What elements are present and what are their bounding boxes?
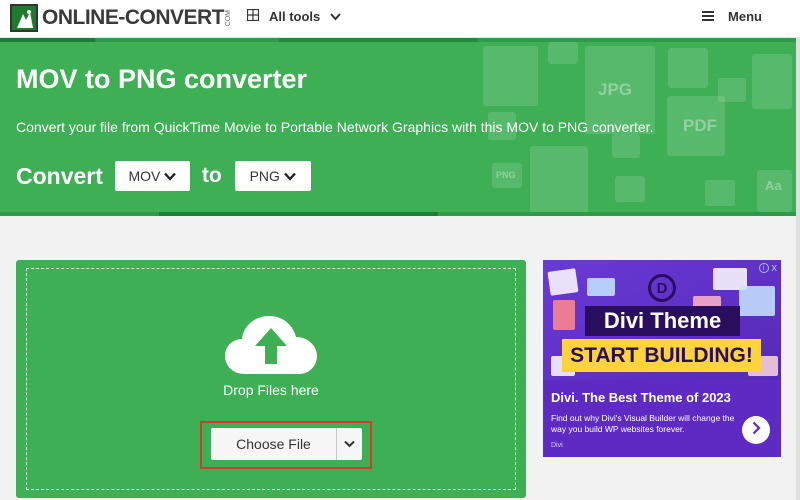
ad-cta-banner: START BUILDING! [562, 339, 761, 372]
cloud-upload-icon [225, 314, 317, 381]
chevron-down-icon[interactable] [337, 428, 362, 460]
image-file-icon [668, 48, 708, 88]
all-tools-dropdown[interactable]: All tools [246, 8, 342, 24]
source-format-value: MOV [128, 168, 161, 184]
target-format-select[interactable]: PNG [234, 161, 311, 191]
to-label: to [201, 164, 222, 187]
close-icon: x [771, 262, 778, 274]
chevron-down-icon [330, 9, 342, 24]
ad-mockup-card [547, 268, 579, 296]
hamburger-icon [702, 9, 715, 24]
menu-button[interactable]: Menu [702, 9, 762, 24]
ad-next-button[interactable] [742, 416, 770, 444]
jpg-file-label: JPG [598, 80, 633, 99]
advertisement[interactable]: i x D Divi Theme START BUILDING! Divi. T… [543, 260, 781, 457]
divi-logo: D [648, 274, 676, 302]
choose-file-button[interactable]: Choose File [211, 428, 362, 460]
ad-brand-name: Divi [551, 442, 563, 449]
logo-emblem [10, 4, 38, 32]
drop-files-text: Drop Files here [223, 382, 319, 398]
small-doc-icon [548, 42, 578, 64]
ad-choices-badge[interactable]: i x [758, 262, 778, 274]
menu-label: Menu [728, 9, 762, 24]
grid-icon [246, 8, 260, 24]
logo-text: ONLINE-CONVERT [42, 6, 225, 29]
graph-file-icon [530, 146, 588, 216]
png-file-label: PNG [496, 170, 516, 180]
page-description: Convert your file from QuickTime Movie t… [16, 119, 654, 135]
site-logo[interactable]: ONLINE-CONVERT COM [10, 4, 232, 32]
ad-mockup-card [587, 278, 615, 296]
font-file-label: Aa [765, 178, 782, 193]
chart-file-icon [752, 54, 792, 109]
doc-small-icon-2 [705, 180, 735, 206]
hero-banner: JPG PDF PNG Aa MOV to PNG converter Conv… [0, 38, 796, 216]
ad-headline: Divi. The Best Theme of 2023 [551, 390, 731, 405]
convert-label: Convert [16, 162, 103, 189]
ad-mockup-card [553, 300, 575, 330]
pdf-file-label: PDF [683, 116, 717, 135]
source-format-select[interactable]: MOV [114, 161, 190, 191]
target-format-value: PNG [249, 168, 280, 184]
format-selector-row: Convert MOV to PNG [16, 161, 311, 191]
hero-top-stripe [0, 38, 796, 42]
page-title: MOV to PNG converter [16, 64, 308, 94]
hero-bottom-stripe [0, 212, 796, 216]
all-tools-label: All tools [269, 9, 321, 24]
ad-title: Divi Theme [585, 306, 740, 336]
ad-body-text: Find out why Divi's Visual Builder will … [551, 413, 735, 434]
chevron-down-icon [164, 168, 177, 184]
doc-small-icon [615, 176, 645, 202]
file-upload-dropzone[interactable]: Drop Files here Choose File [16, 260, 526, 498]
page-scrollbar[interactable] [796, 38, 800, 500]
logo-suffix: COM [225, 9, 232, 27]
top-nav-bar: ONLINE-CONVERT COM All tools Menu [0, 0, 800, 38]
ad-mockup-card [739, 286, 775, 316]
email-doc-icon [483, 46, 538, 106]
chevron-down-icon [284, 168, 296, 184]
choose-file-label: Choose File [211, 428, 337, 460]
chevron-right-icon [752, 421, 761, 440]
info-icon: i [758, 263, 769, 273]
print-icon [612, 134, 640, 158]
